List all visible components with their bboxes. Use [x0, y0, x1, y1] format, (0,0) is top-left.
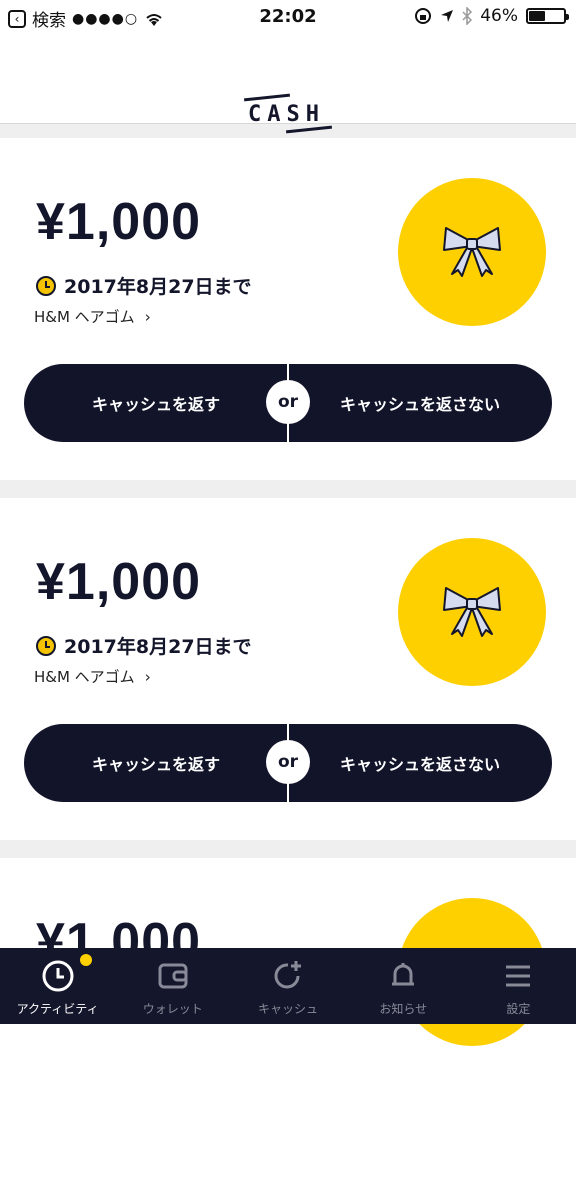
menu-icon: [500, 958, 536, 994]
tab-activity[interactable]: アクティビティ: [0, 948, 115, 1024]
wallet-icon: [155, 958, 191, 994]
tab-cash[interactable]: キャッシュ: [230, 948, 345, 1024]
cash-card: ¥1,000: [0, 858, 576, 1200]
chevron-right-icon[interactable]: ›: [145, 668, 151, 686]
tab-settings[interactable]: 設定: [461, 948, 576, 1024]
action-pill: キャッシュを返す キャッシュを返さない or: [24, 724, 552, 802]
tab-label: アクティビティ: [16, 1002, 99, 1016]
notification-dot: [80, 954, 92, 966]
gift-thumbnail: [398, 178, 546, 326]
deadline-text: 2017年8月27日まで: [64, 636, 252, 658]
battery-icon: [526, 8, 569, 24]
clock-icon: [36, 275, 56, 296]
rotation-lock-icon: [415, 8, 432, 24]
ribbon-icon: [443, 227, 501, 277]
tab-label: お知らせ: [379, 1002, 428, 1016]
status-bar: ‹ 検索 ●●●●○ 22:02 46%: [0, 0, 576, 36]
item-name[interactable]: H&M ヘアゴム: [34, 666, 135, 687]
ribbon-icon: [443, 587, 501, 637]
or-badge: or: [266, 740, 310, 784]
deadline: 2017年8月27日まで: [36, 272, 252, 299]
item-name[interactable]: H&M ヘアゴム: [34, 306, 135, 327]
bluetooth-icon: [462, 7, 473, 25]
cash-card: ¥1,000 2017年8月27日まで H&M ヘアゴム › キャッシュを返す …: [0, 138, 576, 480]
cash-refresh-icon: [270, 958, 306, 994]
cash-card: ¥1,000 2017年8月27日まで H&M ヘアゴム › キャッシュを返す …: [0, 498, 576, 840]
clock-icon: [40, 958, 76, 994]
bell-icon: [385, 958, 421, 994]
cash-amount: ¥1,000: [36, 193, 202, 251]
location-icon: [441, 10, 454, 22]
item-link[interactable]: H&M ヘアゴム ›: [34, 306, 151, 327]
keep-cash-button[interactable]: キャッシュを返さない: [288, 391, 552, 415]
deadline: 2017年8月27日まで: [36, 632, 252, 659]
cash-logo: CASH: [243, 88, 334, 134]
status-right: 46%: [414, 6, 569, 26]
or-badge: or: [266, 380, 310, 424]
tab-label: ウォレット: [142, 1002, 203, 1016]
app-header: CASH: [0, 36, 576, 134]
clock-icon: [36, 635, 56, 656]
tab-wallet[interactable]: ウォレット: [115, 948, 230, 1024]
cash-amount: ¥1,000: [36, 553, 202, 611]
item-link[interactable]: H&M ヘアゴム ›: [34, 666, 151, 687]
tab-label: 設定: [506, 1002, 531, 1016]
tab-bar: アクティビティ ウォレット キャッシュ お知らせ 設定: [0, 948, 576, 1024]
battery-percent: 46%: [480, 6, 518, 26]
deadline-text: 2017年8月27日まで: [64, 276, 252, 298]
return-cash-button[interactable]: キャッシュを返す: [24, 391, 288, 415]
tab-label: キャッシュ: [258, 1002, 319, 1016]
gift-thumbnail: [398, 538, 546, 686]
tab-notifications[interactable]: お知らせ: [346, 948, 461, 1024]
return-cash-button[interactable]: キャッシュを返す: [24, 751, 288, 775]
action-pill: キャッシュを返す キャッシュを返さない or: [24, 364, 552, 442]
keep-cash-button[interactable]: キャッシュを返さない: [288, 751, 552, 775]
chevron-right-icon[interactable]: ›: [145, 308, 151, 326]
